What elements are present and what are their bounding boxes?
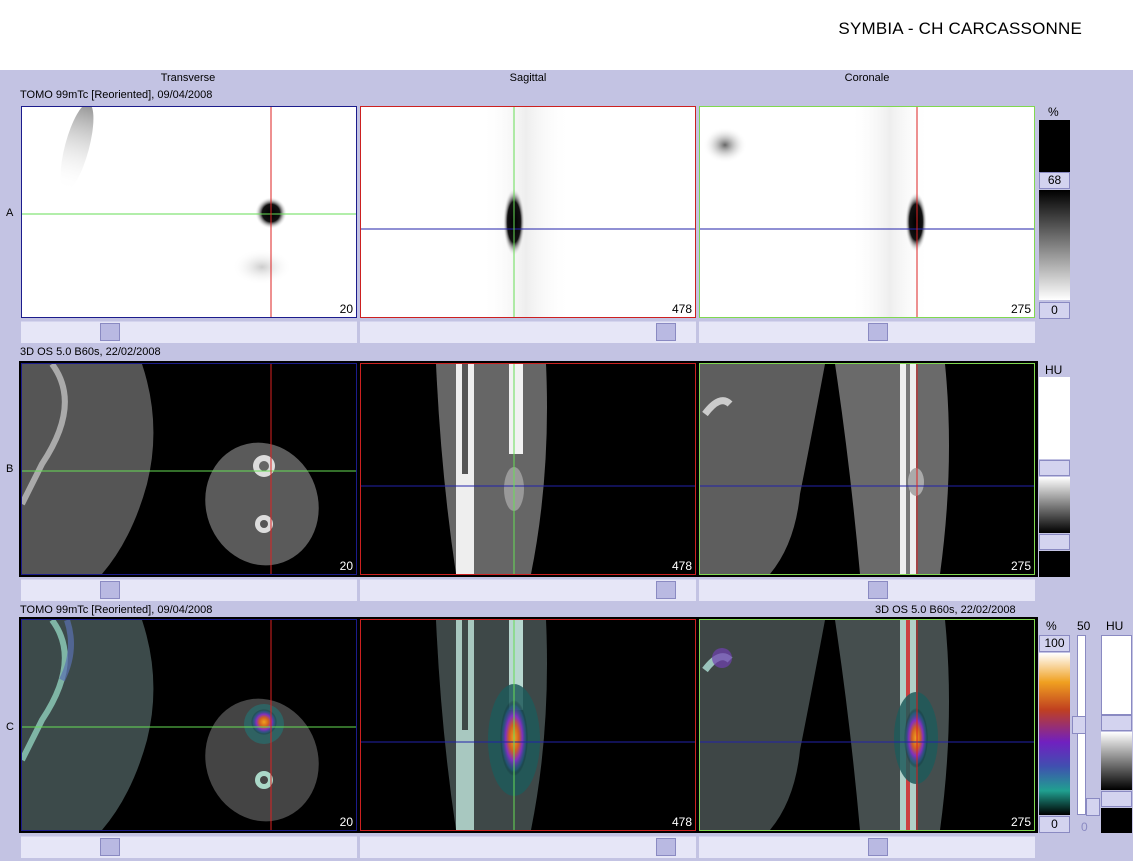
row-a-label: A [6, 207, 14, 219]
scrollbar-c-transverse[interactable] [21, 836, 357, 858]
scrollbar-thumb[interactable] [656, 323, 676, 341]
blend-lower-handle[interactable] [1086, 798, 1100, 816]
scrollbar-b-sagittal[interactable] [360, 579, 696, 601]
slice-number: 20 [339, 815, 353, 829]
scale-c-unit-percent: % [1046, 619, 1057, 633]
scrollbar-c-sagittal[interactable] [360, 836, 696, 858]
slice-number: 478 [671, 559, 692, 573]
viewport-a-transverse[interactable]: 20 [21, 106, 357, 318]
viewport-a-coronale[interactable]: 275 [699, 106, 1035, 318]
column-heading-coronale: Coronale [844, 72, 890, 84]
scrollbar-thumb[interactable] [100, 581, 120, 599]
scrollbar-a-sagittal[interactable] [360, 321, 696, 343]
slice-number: 20 [339, 302, 353, 316]
row-b-caption: 3D OS 5.0 B60s, 22/02/2008 [20, 346, 161, 358]
scale-c-color-bar[interactable] [1039, 653, 1070, 815]
slice-number: 275 [1010, 559, 1031, 573]
hu-upper-handle[interactable] [1101, 715, 1132, 731]
hu-bottom-block [1101, 808, 1132, 833]
viewport-b-coronale[interactable]: 275 [699, 363, 1035, 575]
scale-c-unit-hu: HU [1106, 619, 1124, 633]
scrollbar-thumb[interactable] [100, 323, 120, 341]
scale-a-grayscale-bar[interactable] [1039, 190, 1070, 300]
ct-sagittal-image [361, 364, 695, 574]
scrollbar-a-transverse[interactable] [21, 321, 357, 343]
hu-grayscale-bar[interactable] [1101, 732, 1132, 790]
scale-b-top-block [1039, 377, 1070, 459]
slice-number: 478 [671, 815, 692, 829]
row-b-label: B [6, 463, 14, 475]
blend-min-value: 0 [1081, 820, 1088, 834]
column-heading-sagittal: Sagittal [509, 72, 547, 84]
scale-b-grayscale-bar[interactable] [1039, 477, 1070, 533]
scrollbar-thumb[interactable] [656, 581, 676, 599]
fusion-transverse-image [22, 620, 356, 830]
hu-top-block [1101, 635, 1132, 715]
hu-lower-handle[interactable] [1101, 791, 1132, 807]
row-a-caption: TOMO 99mTc [Reoriented], 09/04/2008 [20, 89, 213, 101]
scrollbar-thumb[interactable] [656, 838, 676, 856]
spect-sagittal-image [361, 107, 695, 317]
viewport-b-sagittal[interactable]: 478 [360, 363, 696, 575]
scrollbar-b-transverse[interactable] [21, 579, 357, 601]
viewport-c-transverse[interactable]: 20 [21, 619, 357, 831]
ct-transverse-image [22, 364, 356, 574]
spect-coronale-image [700, 107, 1034, 317]
scale-a-upper-value[interactable]: 68 [1039, 172, 1070, 189]
scale-b-lower-handle[interactable] [1039, 534, 1070, 550]
column-heading-transverse: Transverse [160, 72, 216, 84]
scale-c-upper-value[interactable]: 100 [1039, 635, 1070, 652]
spect-transverse-image [22, 107, 356, 317]
blend-slider-thumb[interactable] [1072, 716, 1086, 734]
fusion-coronale-image [700, 620, 1034, 830]
scrollbar-b-coronale[interactable] [699, 579, 1035, 601]
scale-c-lower-value[interactable]: 0 [1039, 816, 1070, 833]
row-c-caption-right: 3D OS 5.0 B60s, 22/02/2008 [875, 604, 1016, 616]
scrollbar-thumb[interactable] [868, 323, 888, 341]
viewport-c-coronale[interactable]: 275 [699, 619, 1035, 831]
row-c-caption-left: TOMO 99mTc [Reoriented], 09/04/2008 [20, 604, 213, 616]
viewport-a-sagittal[interactable]: 478 [360, 106, 696, 318]
scrollbar-thumb[interactable] [868, 838, 888, 856]
scale-b-bottom-block [1039, 551, 1070, 577]
scale-b-unit: HU [1045, 363, 1063, 377]
scrollbar-thumb[interactable] [100, 838, 120, 856]
row-c-label: C [6, 721, 14, 733]
fusion-sagittal-image [361, 620, 695, 830]
viewport-b-transverse[interactable]: 20 [21, 363, 357, 575]
scale-b-upper-handle[interactable] [1039, 460, 1070, 476]
slice-number: 275 [1010, 815, 1031, 829]
ct-coronale-image [700, 364, 1034, 574]
slice-number: 478 [671, 302, 692, 316]
scale-a-lower-value[interactable]: 0 [1039, 302, 1070, 319]
scale-a-unit: % [1048, 105, 1059, 119]
scrollbar-thumb[interactable] [868, 581, 888, 599]
viewport-c-sagittal[interactable]: 478 [360, 619, 696, 831]
scale-a-top-block [1039, 120, 1070, 172]
slice-number: 275 [1010, 302, 1031, 316]
scrollbar-a-coronale[interactable] [699, 321, 1035, 343]
slice-number: 20 [339, 559, 353, 573]
blend-value: 50 [1077, 619, 1091, 633]
app-header: SYMBIA - CH CARCASSONNE [0, 0, 1133, 70]
site-title: SYMBIA - CH CARCASSONNE [838, 19, 1082, 38]
scrollbar-c-coronale[interactable] [699, 836, 1035, 858]
